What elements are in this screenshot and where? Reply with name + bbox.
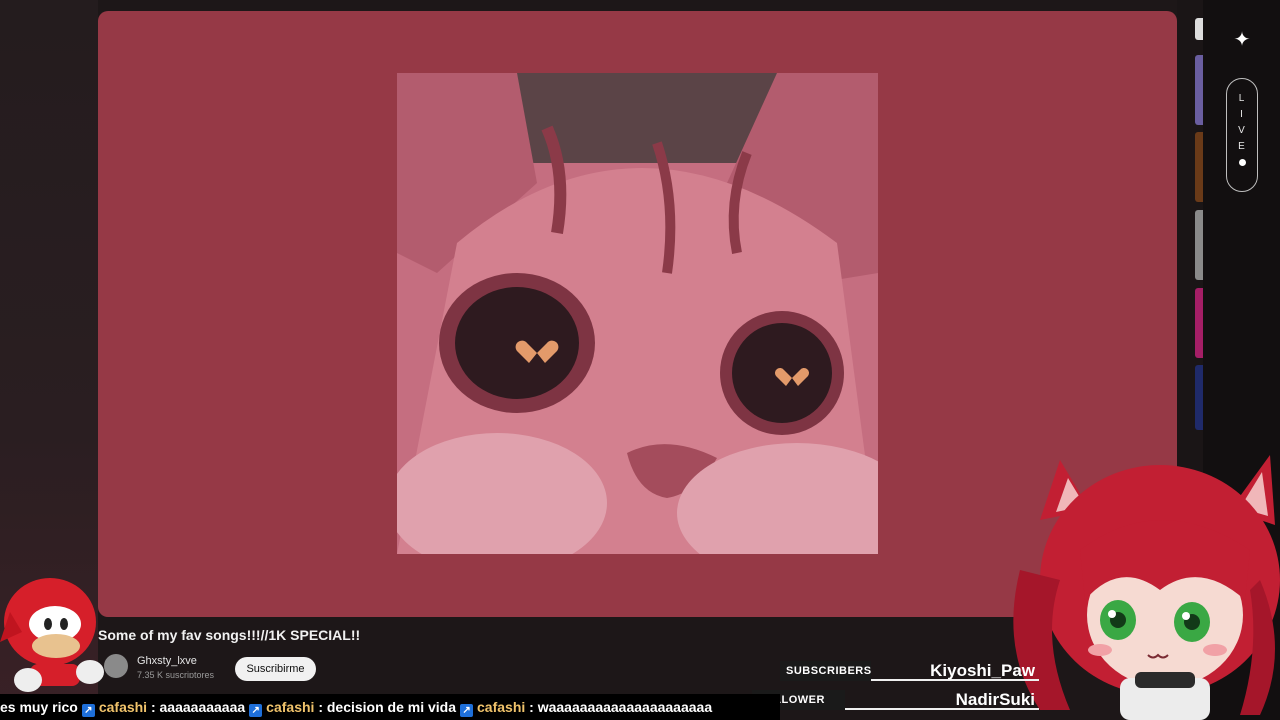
subscribers-stat: SUBSCRIBERS Kiyoshi_Paw bbox=[780, 661, 1039, 681]
ticker-lead-text: es muy rico bbox=[0, 699, 78, 715]
live-dot bbox=[1238, 159, 1246, 166]
side-thumb-5[interactable] bbox=[1195, 288, 1203, 358]
video-thumbnail[interactable] bbox=[397, 73, 878, 554]
ticker-message: : waaaaaaaaaaaaaaaaaaaaa bbox=[529, 699, 713, 715]
follower-stat: FOLLOWER NadirSuki bbox=[752, 690, 1039, 710]
chat-ticker: es muy rico ↗ cafashi : aaaaaaaaaaa ↗ cafash… bbox=[0, 694, 780, 720]
side-thumb-6[interactable] bbox=[1195, 365, 1203, 430]
subscribers-value: Kiyoshi_Paw bbox=[871, 661, 1039, 681]
subscribers-label: SUBSCRIBERS bbox=[780, 661, 871, 681]
live-letter: E bbox=[1238, 141, 1246, 152]
live-letter: L bbox=[1238, 93, 1246, 104]
side-thumb-1[interactable] bbox=[1195, 18, 1203, 40]
live-indicator: L I V E bbox=[1226, 78, 1258, 192]
arrow-icon: ↗ bbox=[249, 704, 263, 717]
video-title[interactable]: Some of my fav songs!!!//1K SPECIAL!! bbox=[98, 627, 360, 643]
channel-name[interactable]: Ghxsty_lxve bbox=[137, 655, 197, 667]
live-letter: I bbox=[1240, 109, 1244, 120]
ticker-message: : decision de mi vida bbox=[318, 699, 457, 715]
arrow-icon: ↗ bbox=[81, 704, 95, 717]
ticker-user: cafashi bbox=[266, 699, 315, 715]
ticker-message: : aaaaaaaaaaa bbox=[150, 699, 246, 715]
knuckles-avatar bbox=[0, 578, 104, 692]
live-letter: V bbox=[1238, 125, 1246, 136]
side-thumb-2[interactable] bbox=[1195, 55, 1203, 125]
channel-subscriber-count: 7,35 K suscriptores bbox=[137, 670, 215, 678]
sparkle-icon: ✦ bbox=[1233, 29, 1251, 51]
follower-value: NadirSuki bbox=[845, 690, 1039, 710]
ticker-user: cafashi bbox=[98, 699, 148, 715]
subscribe-button[interactable]: Suscribirme bbox=[235, 657, 316, 681]
side-thumb-4[interactable] bbox=[1195, 210, 1203, 280]
cat-artwork bbox=[397, 73, 878, 554]
side-thumb-3[interactable] bbox=[1195, 132, 1203, 202]
arrow-icon: ↗ bbox=[460, 704, 474, 717]
ticker-user: cafashi bbox=[477, 699, 526, 715]
vtuber-avatar bbox=[1013, 455, 1280, 720]
